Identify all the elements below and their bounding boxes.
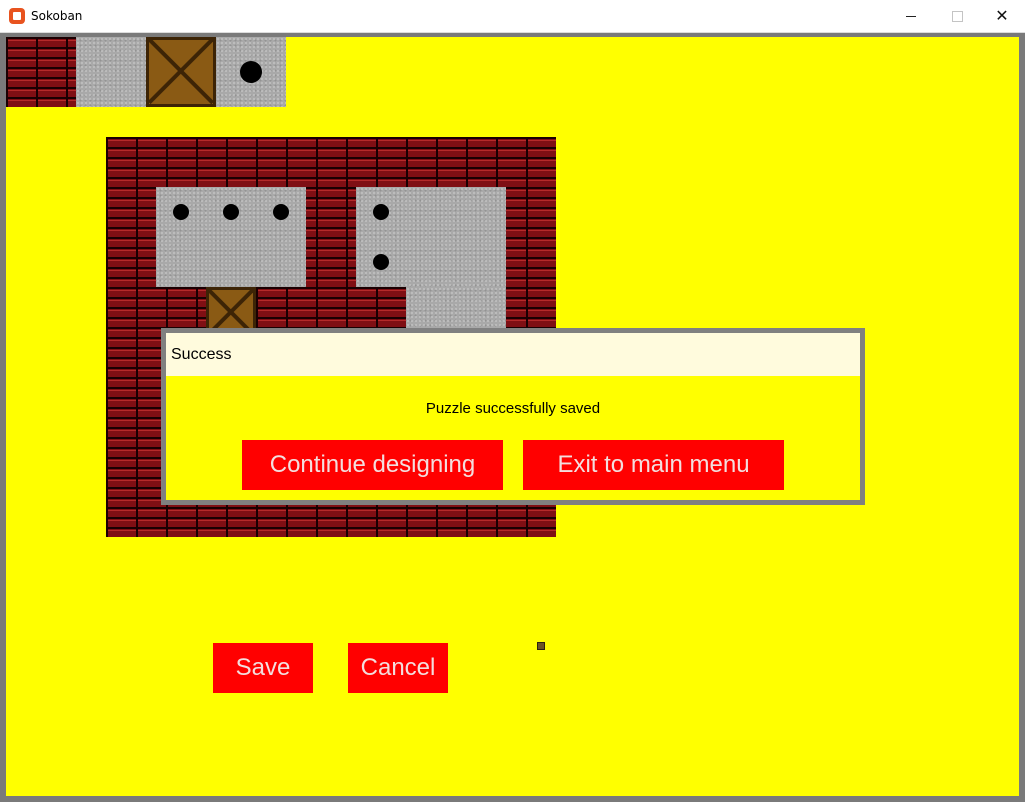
window-titlebar: Sokoban ✕: [0, 0, 1025, 33]
palette-floor-tile[interactable]: [76, 37, 146, 107]
target-icon: [240, 61, 262, 83]
app-icon: [9, 8, 25, 24]
target-icon: [373, 254, 389, 270]
maximize-button[interactable]: [934, 0, 980, 32]
floor-region[interactable]: [156, 187, 306, 287]
target-icon: [173, 204, 189, 220]
dialog-message: Puzzle successfully saved: [425, 400, 601, 417]
window-title: Sokoban: [31, 9, 83, 23]
palette-crate-tile[interactable]: [146, 37, 216, 107]
minimize-icon: [906, 15, 916, 17]
target-icon: [373, 204, 389, 220]
dialog-title: Success: [171, 346, 232, 363]
exit-to-main-menu-button[interactable]: Exit to main menu: [523, 440, 784, 490]
close-icon: ✕: [995, 6, 1009, 25]
palette-target-tile[interactable]: [216, 37, 286, 107]
cursor-marker: [537, 642, 545, 650]
maximize-icon: [951, 10, 963, 22]
floor-region[interactable]: [356, 187, 506, 287]
minimize-button[interactable]: [888, 0, 934, 32]
dialog-header: Success: [166, 333, 860, 376]
target-icon: [223, 204, 239, 220]
save-button[interactable]: Save: [213, 643, 313, 693]
target-icon: [273, 204, 289, 220]
cancel-button[interactable]: Cancel: [348, 643, 448, 693]
close-button[interactable]: ✕: [979, 0, 1025, 32]
continue-designing-button[interactable]: Continue designing: [242, 440, 503, 490]
palette-wall-tile[interactable]: [6, 37, 76, 107]
